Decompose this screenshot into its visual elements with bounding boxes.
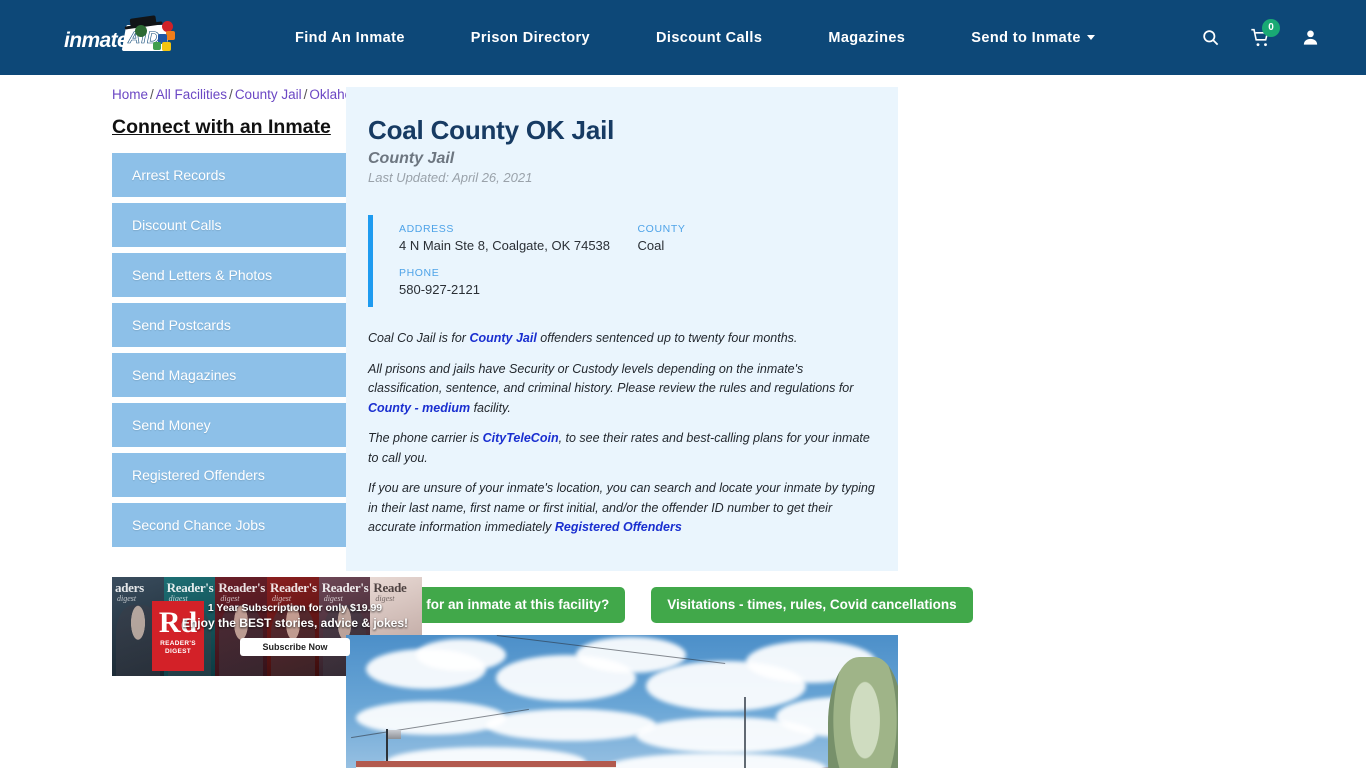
site-header: inmate AID Find An Inmate Prison Directo… [0, 0, 1366, 75]
ad-cover-title: Reade [373, 580, 407, 595]
search-icon[interactable] [1201, 28, 1220, 47]
breadcrumb: Home / All Facilities / County Jail / Oklahoma [112, 87, 371, 112]
nav-label: Find An Inmate [295, 29, 405, 46]
address-label: ADDRESS [399, 223, 454, 235]
facility-type: County Jail [368, 150, 455, 167]
description-paragraph-4: If you are unsure of your inmate's locat… [368, 479, 876, 538]
ad-cover-title: Reader's [321, 580, 369, 595]
page-body: Home / All Facilities / County Jail / Oklahoma… [0, 75, 1366, 768]
phone-group: PHONE 580-927-2121 [399, 267, 638, 297]
page-title: Coal County OK Jail [368, 115, 615, 145]
ad-copy: 1 Year Subscription for only $19.99 Enjo… [174, 601, 416, 656]
jail-building [356, 760, 616, 768]
info-column-left: ADDRESS 4 N Main Ste 8, Coalgate, OK 745… [399, 223, 638, 297]
cta-button-row: Looking for an inmate at this facility? … [354, 586, 1366, 623]
sidebar-title: Connect with an Inmate [112, 116, 331, 138]
breadcrumb-separator: / [150, 87, 154, 102]
cloud-shape [606, 752, 826, 768]
phone-label: PHONE [399, 267, 440, 279]
site-logo[interactable]: inmate AID [62, 14, 182, 59]
breadcrumb-separator: / [303, 87, 308, 102]
cart-count-badge: 0 [1262, 18, 1280, 37]
breadcrumb-item-home[interactable]: Home [112, 87, 148, 102]
paragraph-text: All prisons and jails have Security or C… [368, 361, 854, 396]
ad-cover-title: aders [115, 580, 144, 595]
ad-cover-title: Reader's [218, 580, 266, 595]
nav-label: Discount Calls [656, 29, 763, 46]
chevron-down-icon [1086, 34, 1095, 40]
paragraph-text: offenders sentenced up to twenty four mo… [536, 331, 798, 345]
visitations-button[interactable]: Visitations - times, rules, Covid cancel… [651, 586, 973, 623]
description-paragraph-1: Coal Co Jail is for County Jail offender… [368, 329, 876, 349]
header-icon-group: 0 [1201, 18, 1340, 48]
phone-value: 580-927-2121 [399, 282, 480, 297]
user-icon[interactable] [1301, 28, 1320, 47]
address-value: 4 N Main Ste 8, Coalgate, OK 74538 [399, 238, 611, 253]
county-value: Coal [637, 238, 665, 253]
county-label: COUNTY [637, 223, 686, 235]
facility-photo [346, 634, 898, 768]
logo-accent-orange [166, 30, 175, 40]
paragraph-text: facility. [470, 400, 511, 415]
facility-info-block: ADDRESS 4 N Main Ste 8, Coalgate, OK 745… [368, 215, 876, 307]
tree [828, 656, 898, 768]
left-column: Home / All Facilities / County Jail / Oklahoma… [0, 75, 434, 768]
logo-face-icon [135, 24, 147, 37]
nav-item-prison-directory[interactable]: Prison Directory [438, 30, 623, 46]
facility-panel: Coal County OK Jail County Jail Last Upd… [346, 87, 898, 571]
main-navigation: Find An Inmate Prison Directory Discount… [262, 30, 1128, 46]
link-county-medium[interactable]: County - medium [368, 401, 470, 415]
breadcrumb-item-county-jail[interactable]: County Jail [235, 87, 302, 102]
ad-subheadline: Enjoy the BEST stories, advice & jokes! [181, 616, 409, 630]
paragraph-text: Coal Co Jail is for [368, 331, 470, 345]
flag-icon [388, 729, 401, 739]
cloud-shape [356, 700, 506, 735]
antenna-tower [744, 696, 746, 768]
nav-label: Prison Directory [470, 29, 591, 46]
ad-cover-title: Reader's [166, 580, 214, 595]
description-paragraph-2: All prisons and jails have Security or C… [368, 360, 876, 419]
nav-item-magazines[interactable]: Magazines [795, 30, 938, 46]
last-updated: Last Updated: April 26, 2021 [368, 170, 533, 185]
ad-cover-title: Reader's [270, 580, 317, 595]
ad-headline: 1 Year Subscription for only $19.99 [207, 602, 383, 614]
nav-item-find-an-inmate[interactable]: Find An Inmate [262, 30, 438, 46]
logo-accent-red [162, 20, 173, 32]
nav-label: Send to Inmate [971, 29, 1081, 46]
breadcrumb-separator: / [229, 87, 233, 102]
description-paragraph-3: The phone carrier is CityTeleCoin, to se… [368, 429, 876, 468]
nav-item-send-to-inmate[interactable]: Send to Inmate [938, 30, 1128, 46]
facility-panel-inner: Coal County OK Jail County Jail Last Upd… [346, 115, 898, 538]
right-column: Coal County OK Jail County Jail Last Upd… [346, 75, 1366, 768]
logo-wordmark: inmate [64, 28, 129, 52]
cart-icon[interactable]: 0 [1250, 18, 1280, 48]
county-group: COUNTY Coal [638, 223, 877, 253]
logo-accent-yellow [162, 41, 171, 51]
nav-label: Magazines [828, 29, 906, 46]
cloud-shape [416, 638, 506, 671]
info-column-right: COUNTY Coal [638, 223, 877, 297]
paragraph-text: The phone carrier is [368, 431, 483, 445]
address-group: ADDRESS 4 N Main Ste 8, Coalgate, OK 745… [399, 223, 638, 253]
link-citytelecoin[interactable]: CityTeleCoin [483, 431, 559, 445]
breadcrumb-item-all-facilities[interactable]: All Facilities [156, 87, 227, 102]
link-county-jail[interactable]: County Jail [469, 331, 536, 345]
ad-cover-subtitle: digest [117, 594, 137, 603]
ad-subscribe-button[interactable]: Subscribe Now [240, 638, 350, 656]
link-registered-offenders[interactable]: Registered Offenders [555, 520, 682, 534]
cloud-shape [486, 708, 656, 741]
logo-accent-green [153, 41, 161, 50]
nav-item-discount-calls[interactable]: Discount Calls [623, 30, 795, 46]
